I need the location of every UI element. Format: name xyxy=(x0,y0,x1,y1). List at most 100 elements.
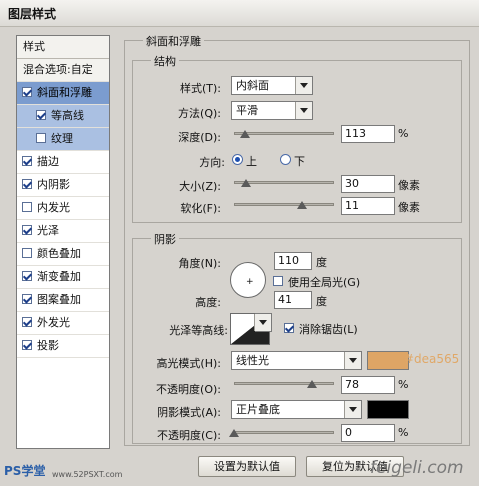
highlight-color-annotation: #dea565 xyxy=(404,352,460,366)
technique-dropdown[interactable]: 平滑 xyxy=(231,101,313,120)
styles-header[interactable]: 样式 xyxy=(17,36,109,59)
sidebar-item-label: 内发光 xyxy=(37,201,70,214)
shadow-color-swatch[interactable] xyxy=(367,400,409,419)
pattern-overlay-checkbox[interactable] xyxy=(22,294,32,304)
direction-down-radio[interactable] xyxy=(280,154,291,165)
set-default-button[interactable]: 设置为默认值 xyxy=(198,456,296,477)
gloss-contour-dropdown[interactable] xyxy=(254,313,272,332)
sidebar-item-label: 颜色叠加 xyxy=(37,247,81,260)
sidebar-item-contour[interactable]: 等高线 xyxy=(17,105,109,128)
shadow-opacity-slider[interactable] xyxy=(229,427,334,439)
size-input[interactable]: 30 xyxy=(341,175,395,193)
sidebar-item-label: 纹理 xyxy=(51,132,73,145)
color-overlay-checkbox[interactable] xyxy=(22,248,32,258)
angle-input[interactable]: 110 xyxy=(274,252,312,270)
bevel-emboss-title: 斜面和浮雕 xyxy=(143,33,204,49)
slider-thumb[interactable] xyxy=(297,201,307,209)
texture-checkbox[interactable] xyxy=(36,133,46,143)
inner-shadow-checkbox[interactable] xyxy=(22,179,32,189)
altitude-input[interactable]: 41 xyxy=(274,291,312,309)
slider-thumb[interactable] xyxy=(241,179,251,187)
chevron-down-icon xyxy=(295,102,312,119)
slider-track xyxy=(234,203,334,206)
altitude-unit: 度 xyxy=(316,295,327,308)
chevron-down-icon xyxy=(344,352,361,369)
antialias-label[interactable]: 消除锯齿(L) xyxy=(299,321,358,337)
slider-thumb[interactable] xyxy=(307,380,317,388)
highlight-mode-dropdown[interactable]: 线性光 xyxy=(231,351,362,370)
highlight-opacity-input[interactable]: 78 xyxy=(341,376,395,394)
crosshair-icon: + xyxy=(246,277,254,287)
sidebar-item-outer-glow[interactable]: 外发光 xyxy=(17,312,109,335)
size-unit: 像素 xyxy=(398,179,420,192)
drop-shadow-checkbox[interactable] xyxy=(22,340,32,350)
soften-slider[interactable] xyxy=(234,199,334,211)
sidebar-item-label: 渐变叠加 xyxy=(37,270,81,283)
angle-dial[interactable]: + xyxy=(230,262,266,298)
direction-up-radio[interactable] xyxy=(232,154,243,165)
depth-input[interactable]: 113 xyxy=(341,125,395,143)
soften-unit: 像素 xyxy=(398,201,420,214)
depth-slider[interactable] xyxy=(234,128,334,140)
gradient-overlay-checkbox[interactable] xyxy=(22,271,32,281)
sidebar-item-label: 图案叠加 xyxy=(37,293,81,306)
sidebar-item-label: 外发光 xyxy=(37,316,70,329)
stroke-checkbox[interactable] xyxy=(22,156,32,166)
shadow-opacity-unit: % xyxy=(398,426,409,439)
outer-glow-checkbox[interactable] xyxy=(22,317,32,327)
contour-checkbox[interactable] xyxy=(36,110,46,120)
angle-unit: 度 xyxy=(316,256,327,269)
slider-thumb[interactable] xyxy=(240,130,250,138)
antialias-checkbox[interactable] xyxy=(284,323,294,333)
inner-glow-checkbox[interactable] xyxy=(22,202,32,212)
window-title: 图层样式 xyxy=(8,7,57,21)
direction-label: 方向: xyxy=(199,156,225,169)
style-value: 内斜面 xyxy=(236,79,269,92)
bevel-checkbox[interactable] xyxy=(22,87,32,97)
sidebar-item-label: 内阴影 xyxy=(37,178,70,191)
shadow-opacity-label: 不透明度(C): xyxy=(157,429,221,442)
technique-value: 平滑 xyxy=(236,104,258,117)
gloss-contour-label: 光泽等高线: xyxy=(169,324,228,337)
slider-thumb[interactable] xyxy=(229,429,239,437)
sidebar-item-gradient-overlay[interactable]: 渐变叠加 xyxy=(17,266,109,289)
global-light-label[interactable]: 使用全局光(G) xyxy=(288,274,360,290)
sidebar-item-label: 投影 xyxy=(37,339,59,352)
direction-up-label[interactable]: 上 xyxy=(246,153,257,169)
sidebar-item-pattern-overlay[interactable]: 图案叠加 xyxy=(17,289,109,312)
angle-label: 角度(N): xyxy=(178,257,221,270)
style-label: 样式(T): xyxy=(179,82,221,95)
sidebar-item-color-overlay[interactable]: 颜色叠加 xyxy=(17,243,109,266)
sidebar-item-label: 等高线 xyxy=(51,109,84,122)
direction-down-label[interactable]: 下 xyxy=(294,153,305,169)
sidebar-item-inner-shadow[interactable]: 内阴影 xyxy=(17,174,109,197)
size-slider[interactable] xyxy=(234,177,334,189)
sidebar-item-satin[interactable]: 光泽 xyxy=(17,220,109,243)
watermark-left: PS学堂 xyxy=(4,464,46,478)
sidebar-item-inner-glow[interactable]: 内发光 xyxy=(17,197,109,220)
sidebar-item-drop-shadow[interactable]: 投影 xyxy=(17,335,109,358)
sidebar-item-bevel-emboss[interactable]: 斜面和浮雕 xyxy=(17,82,109,105)
title-bar: 图层样式 xyxy=(0,0,479,27)
style-dropdown[interactable]: 内斜面 xyxy=(231,76,313,95)
sidebar-item-texture[interactable]: 纹理 xyxy=(17,128,109,151)
shadow-mode-dropdown[interactable]: 正片叠底 xyxy=(231,400,362,419)
highlight-opacity-slider[interactable] xyxy=(234,378,334,390)
chevron-down-icon xyxy=(295,77,312,94)
soften-input[interactable]: 11 xyxy=(341,197,395,215)
watermark-right: feigeli.com xyxy=(370,458,464,478)
sidebar-item-label: 斜面和浮雕 xyxy=(37,86,92,99)
shadow-mode-value: 正片叠底 xyxy=(236,403,280,416)
highlight-mode-label: 高光模式(H): xyxy=(156,357,221,370)
sidebar-item-stroke[interactable]: 描边 xyxy=(17,151,109,174)
depth-unit: % xyxy=(398,127,409,140)
blending-options[interactable]: 混合选项:自定 xyxy=(17,59,109,82)
global-light-checkbox[interactable] xyxy=(273,276,283,286)
shadow-opacity-input[interactable]: 0 xyxy=(341,424,395,442)
chevron-down-icon xyxy=(254,314,271,331)
satin-checkbox[interactable] xyxy=(22,225,32,235)
depth-label: 深度(D): xyxy=(178,131,221,144)
highlight-color-swatch[interactable] xyxy=(367,351,409,370)
chevron-down-icon xyxy=(344,401,361,418)
soften-label: 软化(F): xyxy=(180,202,221,215)
